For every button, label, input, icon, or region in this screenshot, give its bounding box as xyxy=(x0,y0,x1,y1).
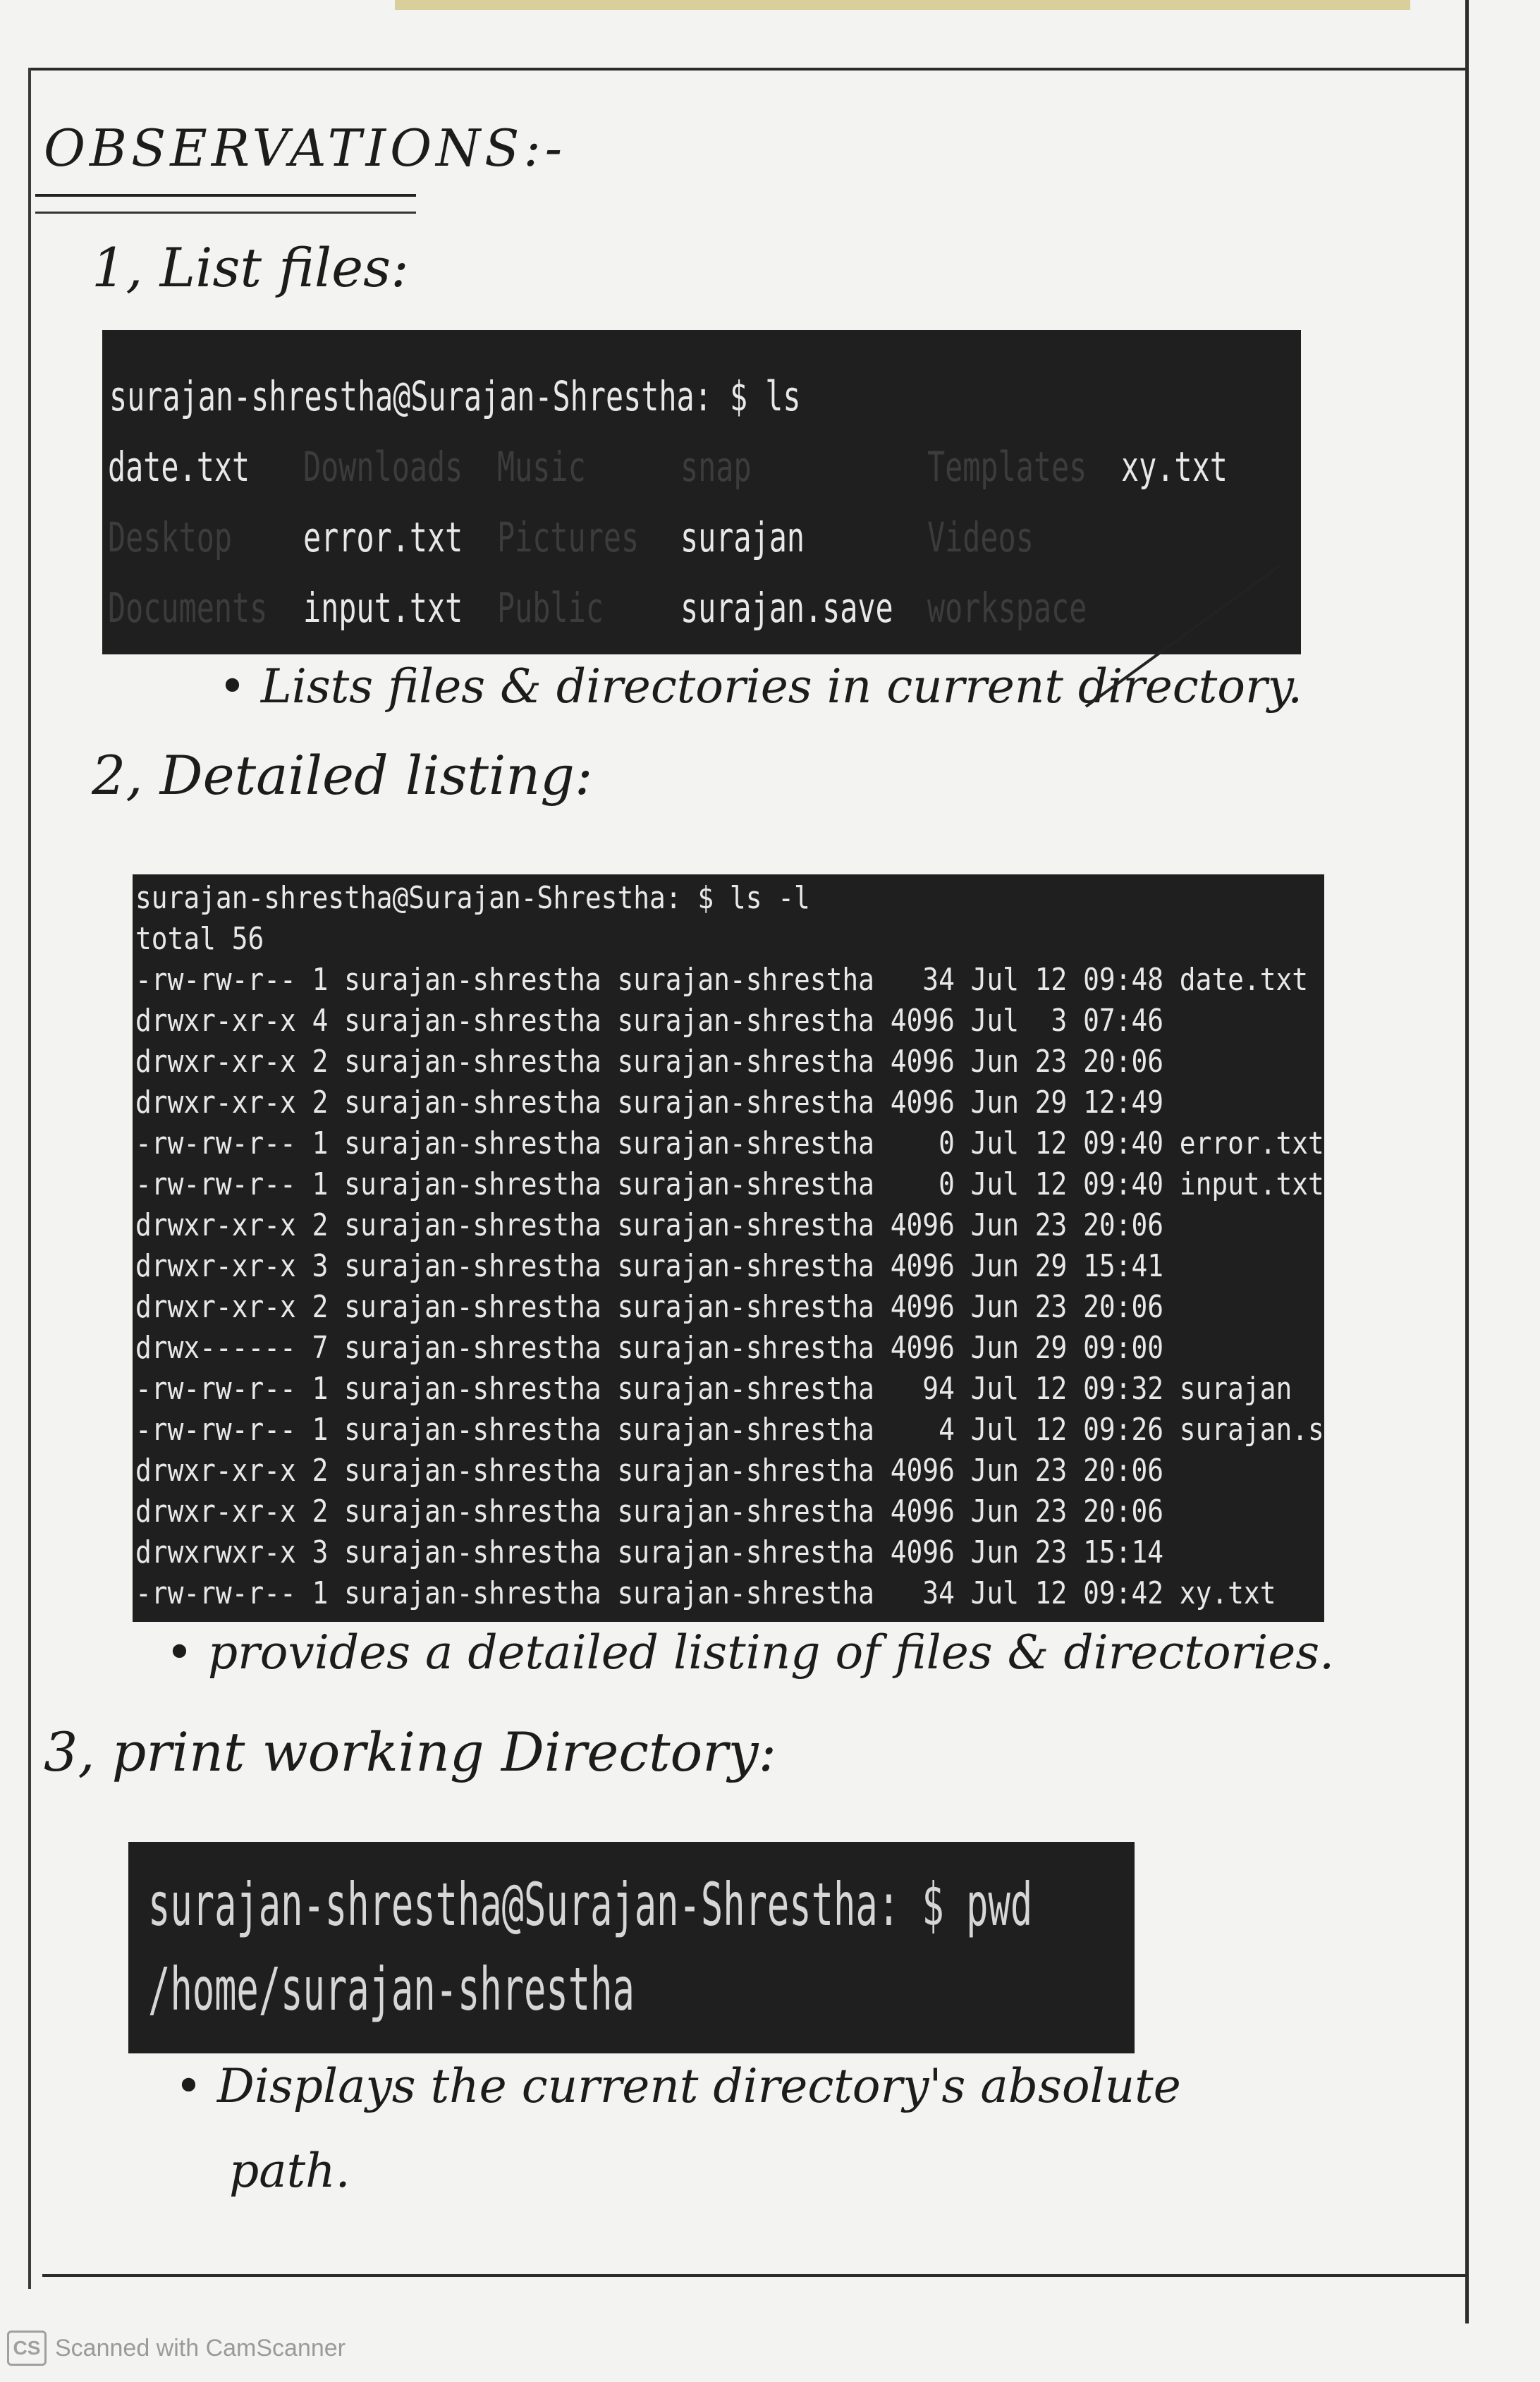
terminal-pwd: surajan-shrestha@Surajan-Shrestha: $ pwd… xyxy=(128,1842,1135,2053)
top-margin-rule xyxy=(28,68,1467,71)
listing-row: drwxr-xr-x 3 surajan-shrestha surajan-sh… xyxy=(135,1248,1164,1284)
listing-row: -rw-rw-r-- 1 surajan-shrestha surajan-sh… xyxy=(135,1371,1292,1407)
page-top-edge xyxy=(395,0,1410,10)
listing-row: drwxr-xr-x 2 surajan-shrestha surajan-sh… xyxy=(135,1085,1164,1120)
terminal-prompt: surajan-shrestha@Surajan-Shrestha: $ ls xyxy=(109,372,801,420)
terminal-prompt: surajan-shrestha@Surajan-Shrestha: $ pwd xyxy=(148,1870,1033,1939)
ls-entry: input.txt xyxy=(303,584,463,632)
ls-entry-faded: Desktop xyxy=(108,513,232,561)
section-title-pwd: 3, print working Directory: xyxy=(44,1721,777,1783)
terminal-output: /home/surajan-shrestha xyxy=(148,1955,635,2024)
ls-entry-faded: Downloads xyxy=(303,443,463,491)
left-margin-rule xyxy=(28,68,31,2289)
bottom-margin-rule xyxy=(42,2274,1467,2277)
terminal-ls-l: surajan-shrestha@Surajan-Shrestha: $ ls … xyxy=(133,874,1324,1622)
listing-row: drwx------ 7 surajan-shrestha surajan-sh… xyxy=(135,1330,1164,1366)
ls-entry-faded: snap xyxy=(680,443,752,491)
listing-row: drwxr-xr-x 2 surajan-shrestha surajan-sh… xyxy=(135,1207,1164,1243)
page-heading: OBSERVATIONS:- xyxy=(44,118,567,178)
camscanner-logo-icon: CS xyxy=(7,2331,47,2366)
notebook-page: OBSERVATIONS:- 1, List files: surajan-sh… xyxy=(0,0,1540,2382)
terminal-prompt: surajan-shrestha@Surajan-Shrestha: $ ls … xyxy=(135,880,810,916)
listing-row: -rw-rw-r-- 1 surajan-shrestha surajan-sh… xyxy=(135,1575,1276,1611)
ls-entry: surajan xyxy=(680,513,805,561)
listing-row: drwxrwxr-x 3 surajan-shrestha surajan-sh… xyxy=(135,1534,1164,1570)
listing-row: drwxr-xr-x 4 surajan-shrestha surajan-sh… xyxy=(135,1003,1164,1039)
ls-entry-faded: Public xyxy=(497,584,604,632)
listing-row: -rw-rw-r-- 1 surajan-shrestha surajan-sh… xyxy=(135,1125,1324,1161)
section-title-detailed-listing: 2, Detailed listing: xyxy=(92,744,593,807)
ls-entry-faded: Documents xyxy=(108,584,268,632)
terminal-ls: surajan-shrestha@Surajan-Shrestha: $ ls … xyxy=(102,330,1301,654)
ls-entry: error.txt xyxy=(303,513,463,561)
ls-entry: surajan.save xyxy=(680,584,893,632)
note-pwd-line2: path. xyxy=(229,2144,350,2198)
listing-row: drwxr-xr-x 2 surajan-shrestha surajan-sh… xyxy=(135,1044,1164,1080)
note-pwd-line1: • Displays the current directory's absol… xyxy=(175,2059,1181,2113)
listing-row: drwxr-xr-x 2 surajan-shrestha surajan-sh… xyxy=(135,1453,1164,1489)
listing-row: drwxr-xr-x 2 surajan-shrestha surajan-sh… xyxy=(135,1289,1164,1325)
camscanner-watermark: CS Scanned with CamScanner xyxy=(7,2327,346,2369)
right-margin-rule xyxy=(1465,0,1469,2323)
watermark-label: Scanned with CamScanner xyxy=(55,2334,346,2362)
heading-underline xyxy=(35,194,416,197)
section-title-list-files: 1, List files: xyxy=(92,236,409,299)
ls-entry: date.txt xyxy=(108,443,250,491)
listing-row: -rw-rw-r-- 1 surajan-shrestha surajan-sh… xyxy=(135,962,1309,998)
terminal-total: total 56 xyxy=(135,921,264,957)
ls-entry-faded: Music xyxy=(497,443,586,491)
ls-entry-faded: Templates xyxy=(927,443,1087,491)
ls-entry-faded: workspace xyxy=(927,584,1087,632)
heading-underline-second xyxy=(35,212,416,214)
listing-row: -rw-rw-r-- 1 surajan-shrestha surajan-sh… xyxy=(135,1412,1324,1448)
ls-entry: xy.txt xyxy=(1121,443,1228,491)
listing-row: drwxr-xr-x 2 surajan-shrestha surajan-sh… xyxy=(135,1494,1164,1529)
note-detailed-listing: • provides a detailed listing of files &… xyxy=(166,1625,1335,1680)
ls-entry-faded: Pictures xyxy=(497,513,640,561)
listing-row: -rw-rw-r-- 1 surajan-shrestha surajan-sh… xyxy=(135,1166,1324,1202)
ls-entry-faded: Videos xyxy=(927,513,1034,561)
